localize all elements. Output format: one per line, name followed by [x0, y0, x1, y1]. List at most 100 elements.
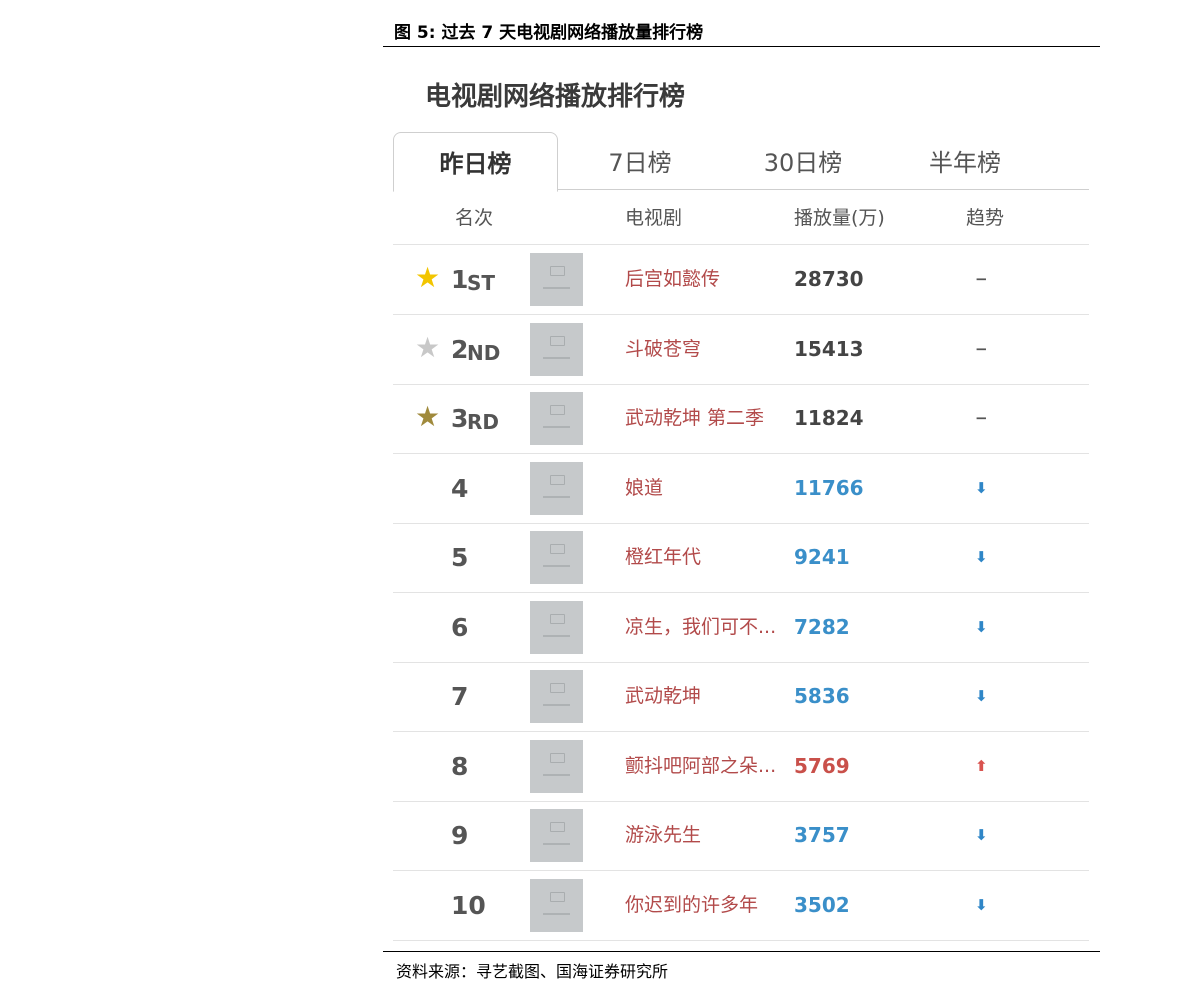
image-placeholder-icon: [550, 613, 565, 624]
poster-thumbnail[interactable]: [530, 670, 583, 723]
rank-number: 5: [451, 543, 469, 572]
placeholder-caption: [543, 426, 570, 428]
show-title-link[interactable]: 你迟到的许多年: [625, 871, 758, 940]
table-row[interactable]: ★ 3 RD 武动乾坤 第二季 11824 −: [393, 384, 1089, 454]
show-title-link[interactable]: 后宫如懿传: [625, 245, 720, 314]
table-row[interactable]: 4 娘道 11766 ⬇: [393, 454, 1089, 524]
rank-cell: ★ 3 RD: [393, 384, 523, 453]
top-rule: [383, 46, 1100, 47]
rank-cell: ★ 2 ND: [393, 315, 523, 384]
show-title-link[interactable]: 武动乾坤 第二季: [625, 384, 764, 453]
image-placeholder-icon: [550, 405, 565, 415]
placeholder-caption: [543, 356, 570, 359]
trend-down-arrow-icon: ⬇: [975, 687, 988, 705]
poster-thumbnail[interactable]: [530, 739, 583, 793]
silver-star-icon: ★: [415, 330, 441, 364]
rank-number: 3: [451, 404, 469, 433]
rank-number: 6: [451, 612, 469, 642]
tab-yesterday[interactable]: 昨日榜: [393, 132, 558, 192]
poster-thumbnail[interactable]: [530, 322, 583, 376]
rank-suffix: ND: [467, 340, 501, 365]
rank-cell: 10: [393, 871, 523, 940]
show-title-link[interactable]: 颤抖吧阿部之朵...: [625, 732, 776, 801]
table-row[interactable]: 6 凉生，我们可不... 7282 ⬇: [393, 593, 1089, 663]
poster-thumbnail[interactable]: [530, 253, 583, 306]
header-show: 电视剧: [625, 207, 683, 229]
rank-cell: 7: [393, 662, 523, 731]
rank-cell: 6: [393, 593, 523, 662]
bottom-rule: [383, 951, 1100, 952]
placeholder-caption: [543, 634, 570, 637]
image-placeholder-icon: [550, 683, 565, 693]
trend-flat-icon: −: [975, 409, 988, 427]
table-row[interactable]: 5 橙红年代 9241 ⬇: [393, 523, 1089, 593]
source-note: 资料来源：寻艺截图、国海证券研究所: [396, 962, 669, 981]
header-trend: 趋势: [966, 207, 1005, 229]
tab-7-day[interactable]: 7日榜: [575, 132, 705, 190]
rank-cell: 5: [393, 523, 523, 592]
ranking-title: 电视剧网络播放排行榜: [425, 82, 686, 112]
play-count: 5836: [794, 684, 850, 708]
show-title-link[interactable]: 娘道: [625, 454, 663, 523]
show-title-link[interactable]: 斗破苍穹: [625, 315, 701, 384]
trend-flat-icon: −: [975, 270, 988, 288]
tab-bar: 昨日榜 7日榜 30日榜 半年榜: [393, 132, 1089, 192]
placeholder-caption: [543, 773, 570, 776]
poster-thumbnail[interactable]: [530, 600, 583, 654]
poster-thumbnail[interactable]: [530, 392, 583, 445]
image-placeholder-icon: [550, 544, 565, 554]
rank-number: 1: [451, 265, 469, 294]
placeholder-caption: [543, 912, 570, 915]
play-count: 28730: [794, 267, 864, 291]
placeholder-caption: [543, 287, 570, 289]
table-header: 名次 电视剧 播放量(万) 趋势: [393, 196, 1089, 245]
poster-thumbnail[interactable]: [530, 809, 583, 862]
rank-cell: 4: [393, 454, 523, 523]
rank-suffix: RD: [467, 410, 500, 434]
table-row[interactable]: ★ 2 ND 斗破苍穹 15413 −: [393, 315, 1089, 385]
rank-cell: 9: [393, 801, 523, 870]
rank-number: 10: [451, 890, 486, 920]
show-title-link[interactable]: 游泳先生: [625, 801, 701, 870]
rank-suffix: ST: [467, 271, 496, 295]
play-count: 11824: [794, 406, 864, 430]
play-count: 11766: [794, 475, 864, 500]
image-placeholder-icon: [550, 266, 565, 276]
poster-thumbnail[interactable]: [530, 461, 583, 515]
table-row[interactable]: 8 颤抖吧阿部之朵... 5769 ⬆: [393, 732, 1089, 802]
play-count: 9241: [794, 545, 850, 569]
play-count: 7282: [794, 614, 850, 639]
show-title-link[interactable]: 凉生，我们可不...: [625, 593, 776, 662]
rank-number: 4: [451, 473, 469, 503]
bronze-star-icon: ★: [415, 400, 441, 433]
trend-down-arrow-icon: ⬇: [975, 548, 988, 566]
image-placeholder-icon: [550, 752, 565, 763]
poster-thumbnail[interactable]: [530, 531, 583, 584]
rank-number: 8: [451, 751, 469, 781]
table-row[interactable]: 7 武动乾坤 5836 ⬇: [393, 662, 1089, 732]
table-row[interactable]: 9 游泳先生 3757 ⬇: [393, 801, 1089, 871]
placeholder-caption: [543, 704, 570, 706]
placeholder-caption: [543, 565, 570, 567]
poster-thumbnail[interactable]: [530, 878, 583, 932]
placeholder-caption: [543, 495, 570, 498]
trend-down-arrow-icon: ⬇: [975, 617, 988, 636]
table-row[interactable]: ★ 1 ST 后宫如懿传 28730 −: [393, 245, 1089, 315]
header-rank: 名次: [455, 207, 494, 229]
image-placeholder-icon: [550, 474, 565, 485]
image-placeholder-icon: [550, 335, 565, 346]
trend-flat-icon: −: [975, 339, 988, 358]
placeholder-caption: [543, 843, 570, 845]
figure-caption: 图 5: 过去 7 天电视剧网络播放量排行榜: [394, 23, 704, 43]
show-title-link[interactable]: 橙红年代: [625, 523, 701, 592]
tab-half-year[interactable]: 半年榜: [900, 132, 1030, 190]
rank-number: 2: [451, 334, 469, 364]
tab-30-day[interactable]: 30日榜: [738, 132, 868, 190]
table-row[interactable]: 10 你迟到的许多年 3502 ⬇: [393, 871, 1089, 941]
show-title-link[interactable]: 武动乾坤: [625, 662, 701, 731]
rank-number: 7: [451, 682, 469, 711]
trend-down-arrow-icon: ⬇: [975, 895, 988, 914]
play-count: 3502: [794, 892, 850, 917]
image-placeholder-icon: [550, 822, 565, 832]
header-plays: 播放量(万): [794, 207, 885, 229]
